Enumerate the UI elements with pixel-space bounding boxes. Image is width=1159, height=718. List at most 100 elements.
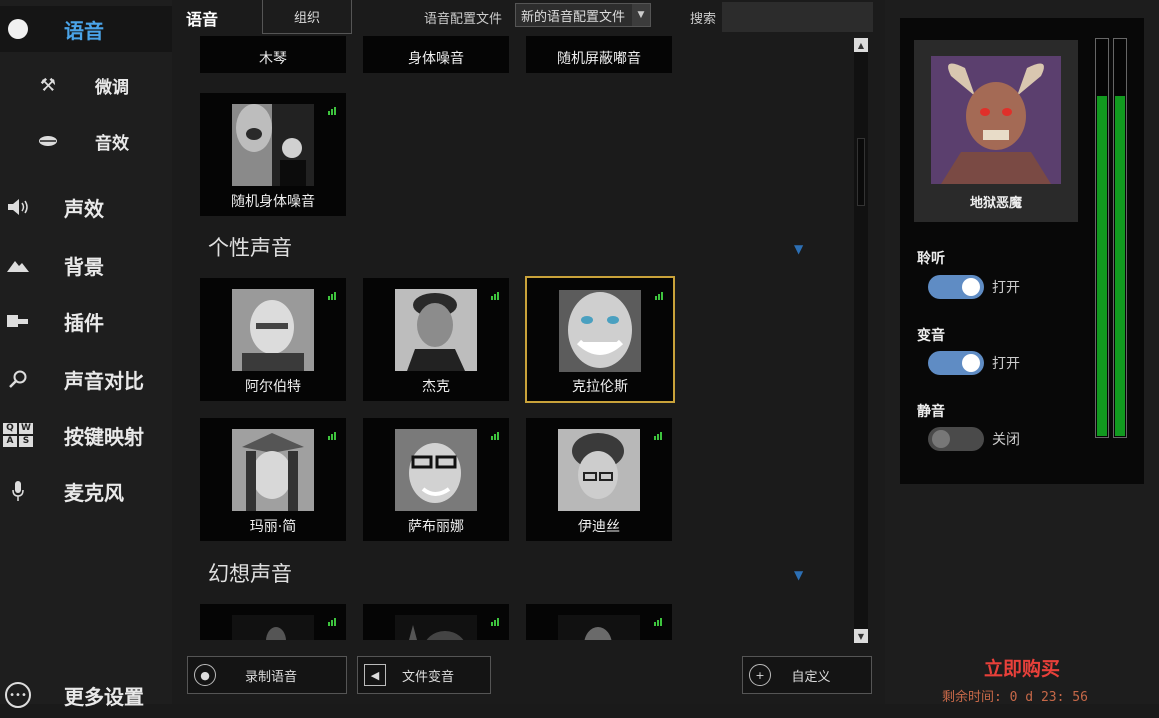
sidebar-item-sound-effects[interactable]: 声效 (0, 184, 172, 230)
voice-photo (558, 615, 640, 640)
signal-icon (491, 432, 499, 440)
plus-icon: + (749, 664, 771, 686)
voice-card[interactable]: 伊迪丝 (526, 418, 672, 541)
voice-change-state: 打开 (992, 356, 1020, 372)
profile-value: 新的语音配置文件 (521, 9, 626, 25)
voice-card[interactable]: 身体噪音 (363, 36, 509, 73)
voice-name: 木琴 (259, 51, 287, 67)
sidebar-item-voice[interactable]: 语音 (0, 6, 172, 52)
current-voice-card[interactable]: 地狱恶魔 (914, 40, 1078, 222)
voice-photo (395, 429, 477, 511)
file-voice-change-button[interactable]: ◀ 文件变音 (357, 656, 491, 694)
logo-icon (4, 15, 32, 43)
sidebar-item-label: 麦克风 (64, 480, 124, 505)
sidebar-item-background[interactable]: 背景 (0, 242, 172, 288)
sidebar-item-compare[interactable]: 声音对比 (0, 356, 172, 402)
voice-name: 萨布丽娜 (408, 519, 464, 535)
chevron-down-icon[interactable]: ▼ (632, 4, 650, 26)
chevron-down-icon[interactable]: ▼ (794, 568, 808, 582)
voice-photo (232, 104, 314, 186)
voice-card[interactable]: 萨布丽娜 (363, 418, 509, 541)
sidebar-item-tune[interactable]: ⚒ 微调 (0, 62, 172, 108)
sidebar-item-label: 声效 (64, 196, 104, 221)
voice-card[interactable] (200, 604, 346, 640)
magnifier-icon (4, 365, 32, 393)
profile-select[interactable]: 新的语音配置文件 ▼ (515, 3, 651, 27)
voice-card[interactable]: 杰克 (363, 278, 509, 401)
vu-meter-fill (1115, 95, 1125, 436)
voice-card[interactable] (363, 604, 509, 640)
voice-name: 伊迪丝 (578, 519, 620, 535)
signal-icon (491, 292, 499, 300)
plugin-icon (4, 307, 32, 335)
signal-icon (655, 292, 663, 300)
sidebar-item-more-settings[interactable]: ••• 更多设置 (0, 672, 172, 718)
sidebar-item-plugins[interactable]: 插件 (0, 298, 172, 344)
custom-button[interactable]: + 自定义 (742, 656, 872, 694)
organize-button[interactable]: 组织 (262, 0, 352, 34)
current-voice-name: 地狱恶魔 (969, 196, 1022, 211)
mute-toggle[interactable] (928, 427, 984, 451)
voice-name: 随机身体噪音 (231, 194, 315, 210)
voice-card[interactable]: 随机身体噪音 (200, 93, 346, 216)
scroll-up-icon[interactable]: ▲ (854, 38, 868, 52)
voice-change-toggle[interactable] (928, 351, 984, 375)
signal-icon (328, 107, 336, 115)
section-title: 幻想声音 (208, 562, 292, 586)
voice-photo (395, 289, 477, 371)
sidebar-item-label: 更多设置 (64, 684, 144, 709)
voice-card[interactable] (526, 604, 672, 640)
voice-photo (232, 615, 314, 640)
signal-icon (491, 618, 499, 626)
mute-label: 静音 (917, 404, 945, 420)
vu-meter-right (1113, 38, 1127, 438)
voice-card[interactable]: 阿尔伯特 (200, 278, 346, 401)
vu-meter-fill (1097, 95, 1107, 436)
custom-label: 自定义 (791, 669, 831, 685)
tools-icon: ⚒ (39, 74, 57, 96)
voice-name: 身体噪音 (408, 51, 464, 67)
signal-icon (654, 432, 662, 440)
voice-card[interactable]: 木琴 (200, 36, 346, 73)
scrollbar[interactable]: ▲ ▼ (854, 38, 868, 643)
toggle-knob (932, 430, 950, 448)
sidebar-item-effects[interactable]: 音效 (0, 118, 172, 164)
listen-toggle[interactable] (928, 275, 984, 299)
topbar: 语音 组织 语音配置文件 新的语音配置文件 ▼ 搜索 (172, 0, 885, 34)
sidebar-item-label: 微调 (95, 77, 129, 98)
voice-photo (559, 290, 641, 372)
voice-photo (232, 289, 314, 371)
sidebar-item-keymap[interactable]: QWAS 按键映射 (0, 412, 172, 458)
search-label: 搜索 (690, 12, 717, 27)
remaining-time: 剩余时间: 0 d 23: 56 (942, 690, 1088, 705)
voice-card[interactable]: 玛丽·简 (200, 418, 346, 541)
scroll-down-icon[interactable]: ▼ (854, 629, 868, 643)
profile-label: 语音配置文件 (424, 12, 503, 27)
voice-name: 玛丽·简 (249, 519, 297, 535)
sidebar-item-label: 语音 (64, 18, 104, 43)
voice-name: 随机屏蔽嘟音 (557, 51, 641, 67)
signal-icon (328, 618, 336, 626)
listen-state: 打开 (992, 280, 1020, 296)
buy-now-link[interactable]: 立即购买 (885, 654, 1159, 681)
sidebar-item-microphone[interactable]: 麦克风 (0, 468, 172, 514)
signal-icon (328, 432, 336, 440)
record-voice-button[interactable]: ● 录制语音 (187, 656, 347, 694)
record-voice-label: 录制语音 (244, 669, 297, 685)
chevron-down-icon[interactable]: ▼ (794, 242, 808, 256)
search-input[interactable] (722, 2, 873, 32)
signal-icon (328, 292, 336, 300)
current-voice-panel: 地狱恶魔 聆听 打开 变音 打开 静音 关闭 (900, 18, 1144, 484)
mountain-icon (4, 251, 32, 279)
voice-card[interactable]: 随机屏蔽嘟音 (526, 36, 672, 73)
sidebar-item-label: 背景 (64, 254, 104, 279)
sidebar: 语音 ⚒ 微调 音效 声效 背景 插件 声音对比 QWAS 按键映射 麦克风 •… (0, 0, 172, 709)
vu-meter-left (1095, 38, 1109, 438)
voice-name: 阿尔伯特 (245, 379, 301, 395)
voice-photo (232, 429, 314, 511)
voice-card[interactable]: 克拉伦斯 (525, 276, 675, 403)
section-title: 个性声音 (208, 236, 292, 260)
lips-icon (34, 127, 62, 155)
voice-photo (395, 615, 477, 640)
scroll-thumb[interactable] (857, 138, 865, 206)
